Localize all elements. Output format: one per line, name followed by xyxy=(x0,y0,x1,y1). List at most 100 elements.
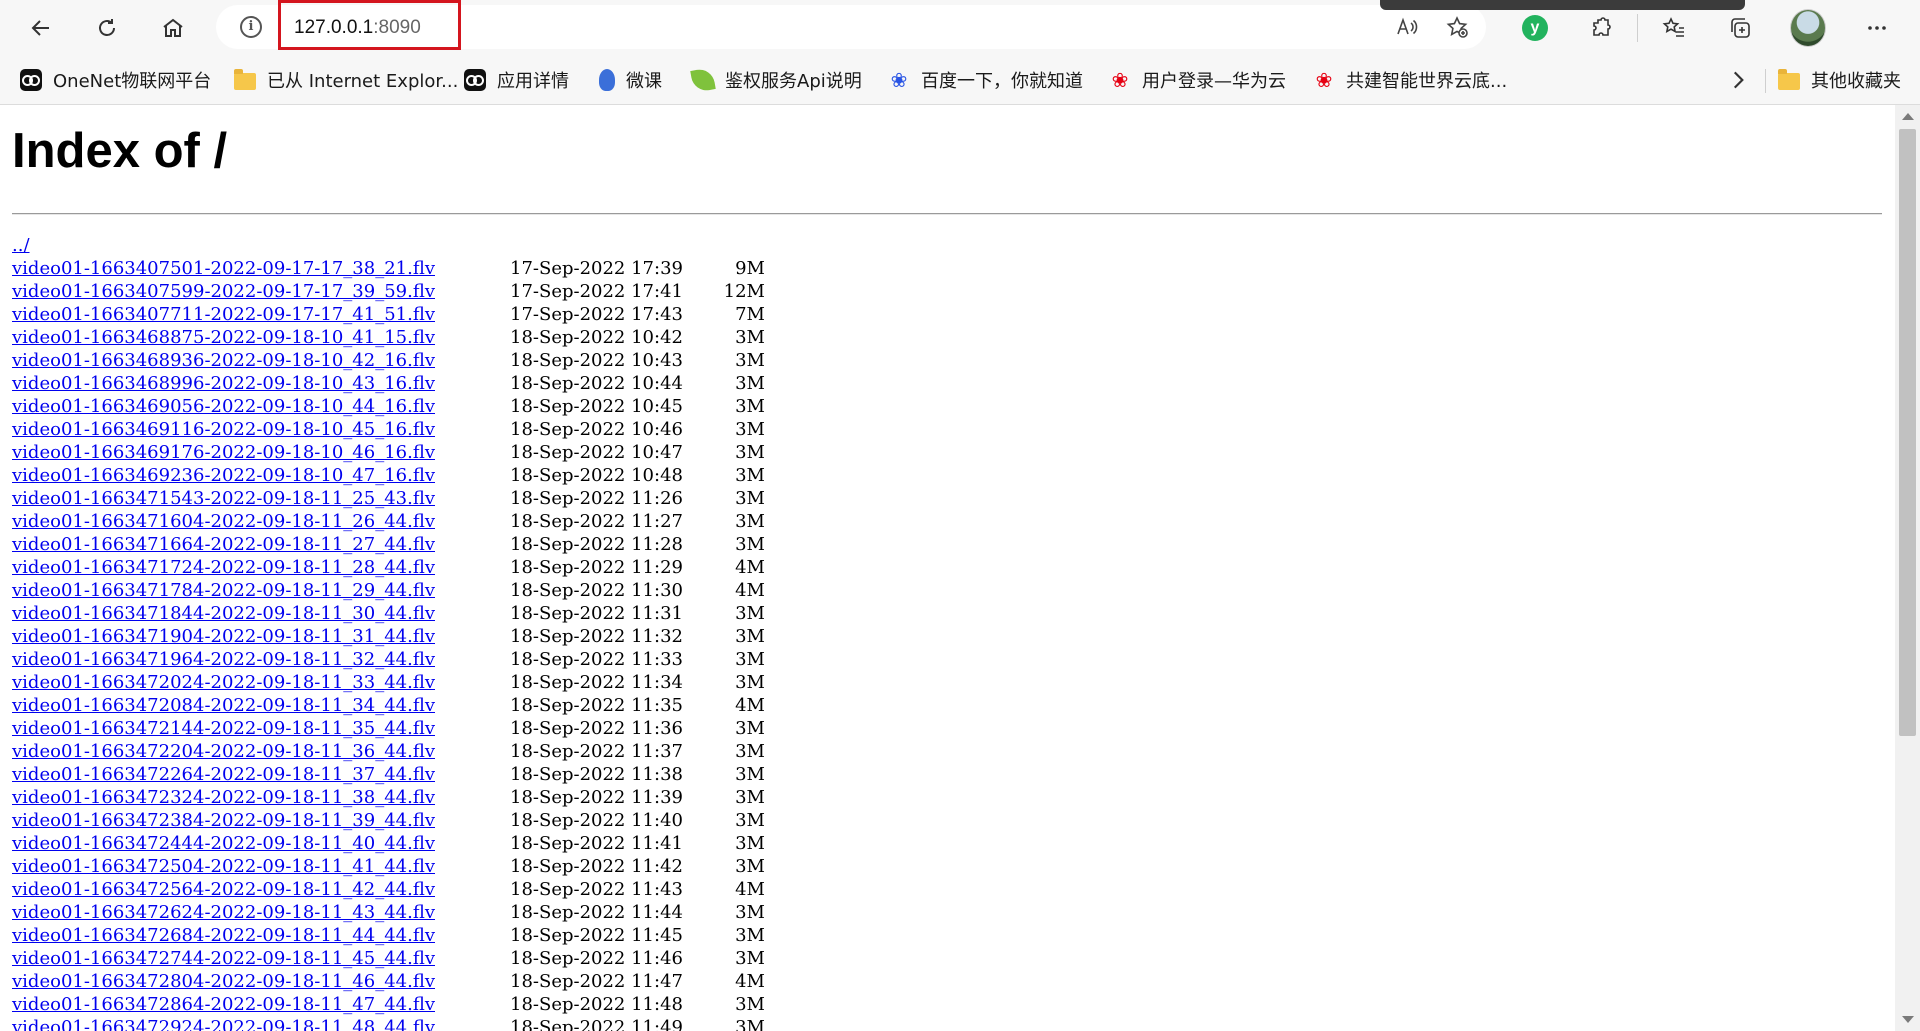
page-title: Index of / xyxy=(12,124,228,178)
file-link[interactable]: video01-1663471964-2022-09-18-11_32_44.f… xyxy=(12,649,435,670)
file-row: video01-1663472744-2022-09-18-11_45_44.f… xyxy=(12,948,765,971)
file-link[interactable]: video01-1663472564-2022-09-18-11_42_44.f… xyxy=(12,879,435,900)
extension-y-icon: y xyxy=(1522,15,1548,41)
home-button[interactable] xyxy=(155,10,191,46)
file-date: 18-Sep-2022 10:44 xyxy=(510,373,683,394)
favorites-button[interactable] xyxy=(1656,10,1692,46)
more-dots-icon xyxy=(1868,26,1886,30)
refresh-button[interactable] xyxy=(89,10,125,46)
bookmark-onenet[interactable]: OneNet物联网平台 xyxy=(20,65,211,95)
file-link[interactable]: video01-1663472624-2022-09-18-11_43_44.f… xyxy=(12,902,435,923)
file-link[interactable]: video01-1663407501-2022-09-17-17_38_21.f… xyxy=(12,258,435,279)
bookmark-label: 已从 Internet Explor... xyxy=(267,71,459,92)
site-info-icon[interactable]: i xyxy=(240,16,262,38)
file-link[interactable]: video01-1663469176-2022-09-18-10_46_16.f… xyxy=(12,442,435,463)
folder-icon xyxy=(234,69,256,90)
file-row: video01-1663472024-2022-09-18-11_33_44.f… xyxy=(12,672,765,695)
file-link[interactable]: video01-1663469236-2022-09-18-10_47_16.f… xyxy=(12,465,435,486)
file-size: 3M xyxy=(735,787,765,808)
refresh-icon xyxy=(99,19,115,36)
file-size: 3M xyxy=(735,764,765,785)
bookmark-folder-ie[interactable]: 已从 Internet Explor... xyxy=(234,65,458,95)
file-link[interactable]: video01-1663469056-2022-09-18-10_44_16.f… xyxy=(12,396,435,417)
read-aloud-button[interactable] xyxy=(1388,9,1424,45)
bookmark-auth-api[interactable]: 鉴权服务Api说明 xyxy=(690,65,862,95)
star-plus-icon xyxy=(1446,16,1468,38)
file-link[interactable]: video01-1663407711-2022-09-17-17_41_51.f… xyxy=(12,304,435,325)
address-bar[interactable]: i 127.0.0.1:8090 xyxy=(216,0,1486,50)
bookmark-huawei-cloud[interactable]: ❀ 共建智能世界云底... xyxy=(1313,65,1508,95)
url-text[interactable]: 127.0.0.1:8090 xyxy=(294,17,421,39)
url-host: 127.0.0.1 xyxy=(294,17,374,38)
more-menu-button[interactable] xyxy=(1859,10,1895,46)
extensions-button[interactable] xyxy=(1583,10,1619,46)
file-link[interactable]: video01-1663472864-2022-09-18-11_47_44.f… xyxy=(12,994,435,1015)
file-size: 3M xyxy=(735,902,765,923)
file-link[interactable]: video01-1663471543-2022-09-18-11_25_43.f… xyxy=(12,488,435,509)
add-favorite-button[interactable] xyxy=(1439,9,1475,45)
scroll-up-arrow-icon[interactable] xyxy=(1902,113,1914,120)
file-row: video01-1663472324-2022-09-18-11_38_44.f… xyxy=(12,787,765,810)
bookmarks-overflow-button[interactable] xyxy=(1725,67,1751,93)
puzzle-icon xyxy=(1593,17,1611,36)
file-link[interactable]: video01-1663472324-2022-09-18-11_38_44.f… xyxy=(12,787,435,808)
leaf-icon xyxy=(690,67,716,93)
file-link[interactable]: video01-1663469116-2022-09-18-10_45_16.f… xyxy=(12,419,435,440)
file-link[interactable]: video01-1663471604-2022-09-18-11_26_44.f… xyxy=(12,511,435,532)
vertical-scrollbar[interactable] xyxy=(1895,105,1920,1031)
favorites-list-icon xyxy=(1662,17,1684,37)
file-link[interactable]: video01-1663472684-2022-09-18-11_44_44.f… xyxy=(12,925,435,946)
file-link[interactable]: video01-1663472024-2022-09-18-11_33_44.f… xyxy=(12,672,435,693)
file-link[interactable]: video01-1663472144-2022-09-18-11_35_44.f… xyxy=(12,718,435,739)
file-size: 4M xyxy=(735,695,765,716)
file-link[interactable]: video01-1663471664-2022-09-18-11_27_44.f… xyxy=(12,534,435,555)
file-size: 3M xyxy=(735,718,765,739)
parent-directory-link[interactable]: ../ xyxy=(12,235,30,256)
folder-icon xyxy=(1778,69,1800,90)
file-link[interactable]: video01-1663468936-2022-09-18-10_42_16.f… xyxy=(12,350,435,371)
back-button[interactable] xyxy=(23,10,59,46)
file-link[interactable]: video01-1663468875-2022-09-18-10_41_15.f… xyxy=(12,327,435,348)
file-link[interactable]: video01-1663407599-2022-09-17-17_39_59.f… xyxy=(12,281,435,302)
bookmark-baidu[interactable]: ❀ 百度一下，你就知道 xyxy=(888,65,1083,95)
file-link[interactable]: video01-1663472924-2022-09-18-11_48_44.f… xyxy=(12,1017,435,1031)
file-link[interactable]: video01-1663472264-2022-09-18-11_37_44.f… xyxy=(12,764,435,785)
file-link[interactable]: video01-1663468996-2022-09-18-10_43_16.f… xyxy=(12,373,435,394)
file-link[interactable]: video01-1663472084-2022-09-18-11_34_44.f… xyxy=(12,695,435,716)
file-row: video01-1663471664-2022-09-18-11_27_44.f… xyxy=(12,534,765,557)
file-link[interactable]: video01-1663471724-2022-09-18-11_28_44.f… xyxy=(12,557,435,578)
file-date: 18-Sep-2022 11:45 xyxy=(510,925,683,946)
file-link[interactable]: video01-1663472504-2022-09-18-11_41_44.f… xyxy=(12,856,435,877)
bookmark-huawei-login[interactable]: ❀ 用户登录—华为云 xyxy=(1109,65,1286,95)
file-link[interactable]: video01-1663471844-2022-09-18-11_30_44.f… xyxy=(12,603,435,624)
file-link[interactable]: video01-1663472744-2022-09-18-11_45_44.f… xyxy=(12,948,435,969)
file-date: 18-Sep-2022 10:48 xyxy=(510,465,683,486)
file-size: 3M xyxy=(735,373,765,394)
bookmark-label: 微课 xyxy=(626,71,662,92)
extension-button[interactable]: y xyxy=(1517,10,1553,46)
profile-button[interactable] xyxy=(1790,9,1826,47)
file-size: 3M xyxy=(735,994,765,1015)
scroll-down-arrow-icon[interactable] xyxy=(1902,1016,1914,1023)
scrollbar-thumb[interactable] xyxy=(1899,129,1916,736)
file-link[interactable]: video01-1663471784-2022-09-18-11_29_44.f… xyxy=(12,580,435,601)
file-date: 17-Sep-2022 17:39 xyxy=(510,258,683,279)
file-size: 3M xyxy=(735,419,765,440)
file-link[interactable]: video01-1663472384-2022-09-18-11_39_44.f… xyxy=(12,810,435,831)
file-link[interactable]: video01-1663472204-2022-09-18-11_36_44.f… xyxy=(12,741,435,762)
arrow-left-icon xyxy=(31,20,49,36)
file-date: 18-Sep-2022 11:29 xyxy=(510,557,683,578)
bookmark-other-favorites[interactable]: 其他收藏夹 xyxy=(1778,65,1901,95)
file-date: 18-Sep-2022 11:26 xyxy=(510,488,683,509)
bookmark-weike[interactable]: 微课 xyxy=(599,65,662,95)
file-link[interactable]: video01-1663471904-2022-09-18-11_31_44.f… xyxy=(12,626,435,647)
file-date: 18-Sep-2022 11:43 xyxy=(510,879,683,900)
file-row: video01-1663407711-2022-09-17-17_41_51.f… xyxy=(12,304,765,327)
file-link[interactable]: video01-1663472804-2022-09-18-11_46_44.f… xyxy=(12,971,435,992)
file-row: video01-1663472444-2022-09-18-11_40_44.f… xyxy=(12,833,765,856)
file-row: video01-1663472144-2022-09-18-11_35_44.f… xyxy=(12,718,765,741)
file-link[interactable]: video01-1663472444-2022-09-18-11_40_44.f… xyxy=(12,833,435,854)
collections-button[interactable] xyxy=(1722,10,1758,46)
file-row: video01-1663469236-2022-09-18-10_47_16.f… xyxy=(12,465,765,488)
bookmark-app-details[interactable]: 应用详情 xyxy=(464,65,569,95)
